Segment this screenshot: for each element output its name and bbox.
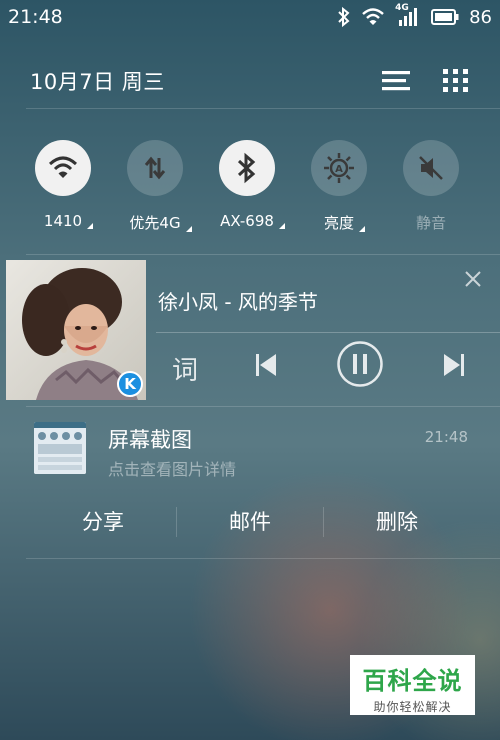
dropdown-triangle-icon: [359, 226, 365, 232]
battery-percent: 86: [469, 6, 492, 28]
date-label: 10月7日 周三: [30, 70, 165, 94]
music-player-notification[interactable]: K 徐小凤 - 风的季节 词: [6, 260, 500, 400]
delete-button[interactable]: 删除: [324, 500, 470, 544]
data-arrows-icon: [144, 156, 166, 180]
music-close-button[interactable]: [460, 266, 486, 292]
skip-next-icon: [444, 354, 464, 376]
status-bar: 21:48 4G 86: [0, 0, 500, 34]
screenshot-actions: 分享 邮件 删除: [30, 500, 470, 544]
music-divider: [26, 406, 500, 407]
grid-apps-icon: [443, 69, 468, 92]
battery-icon: [431, 9, 459, 25]
toggles-divider: [26, 254, 500, 255]
toggle-brightness-circle: A: [311, 140, 367, 196]
share-button[interactable]: 分享: [30, 500, 176, 544]
toggle-mobile-data-circle: [127, 140, 183, 196]
watermark-sub: 助你轻松解决: [373, 700, 452, 714]
edit-list-icon: [382, 71, 410, 91]
wifi-icon: [361, 7, 385, 27]
screenshot-notification[interactable]: 屏幕截图 点击查看图片详情 21:48 分享 邮件 删除: [0, 408, 500, 558]
email-button[interactable]: 邮件: [177, 500, 323, 544]
toggle-mute[interactable]: 静音: [386, 140, 476, 233]
toggle-bluetooth-label: AX-698: [220, 212, 285, 230]
screenshot-subtitle: 点击查看图片详情: [108, 460, 237, 479]
screenshot-divider: [26, 558, 500, 559]
status-icons: 4G 86: [337, 3, 492, 30]
dropdown-triangle-icon: [278, 223, 285, 229]
mute-icon: [419, 156, 443, 180]
toggle-bluetooth-circle: [219, 140, 275, 196]
notification-header: 10月7日 周三: [0, 58, 500, 104]
pause-icon: [337, 341, 383, 387]
grid-apps-button[interactable]: [438, 64, 474, 98]
music-separator: [156, 332, 500, 333]
edit-list-button[interactable]: [378, 64, 414, 98]
bluetooth-icon: [337, 6, 351, 28]
screenshot-thumbnail: [34, 422, 86, 474]
toggle-mute-label: 静音: [415, 214, 446, 232]
cellular-signal-icon: 4G: [395, 3, 421, 28]
next-track-button[interactable]: [440, 350, 468, 384]
screenshot-time: 21:48: [424, 428, 468, 446]
lyrics-button[interactable]: 词: [172, 350, 198, 387]
toggle-mobile-data-label: 优先4G: [129, 212, 192, 233]
song-title: 徐小凤 - 风的季节: [158, 290, 318, 314]
toggle-wifi[interactable]: 1410: [18, 140, 108, 230]
screenshot-title: 屏幕截图: [108, 428, 192, 452]
toggle-bluetooth[interactable]: AX-698: [202, 140, 292, 230]
toggle-wifi-label: 1410: [44, 212, 94, 230]
watermark-main: 百科全说: [362, 667, 463, 695]
brightness-auto-icon: A: [324, 153, 354, 183]
wifi-icon: [48, 156, 78, 178]
quick-toggles: 1410 优先4G AX-698 A 亮度 静音: [0, 140, 500, 240]
toggle-mobile-data[interactable]: 优先4G: [110, 140, 200, 233]
skip-previous-icon: [256, 354, 276, 376]
bluetooth-icon: [237, 152, 256, 184]
album-art: K: [6, 260, 146, 400]
dropdown-triangle-icon: [185, 226, 192, 232]
watermark-logo: 百科全说 助你轻松解决: [350, 655, 475, 715]
previous-track-button[interactable]: [252, 350, 280, 384]
toggle-brightness[interactable]: A 亮度: [294, 140, 384, 233]
close-icon: [465, 271, 481, 287]
status-time: 21:48: [8, 6, 63, 28]
header-divider: [26, 108, 500, 109]
toggle-wifi-circle: [35, 140, 91, 196]
kuwo-app-badge: K: [117, 371, 143, 397]
dropdown-triangle-icon: [87, 223, 94, 229]
network-type: 4G: [395, 3, 409, 13]
toggle-brightness-label: 亮度: [324, 212, 365, 233]
toggle-mute-circle: [403, 140, 459, 196]
svg-text:A: A: [335, 164, 343, 175]
play-pause-button[interactable]: [336, 340, 384, 392]
